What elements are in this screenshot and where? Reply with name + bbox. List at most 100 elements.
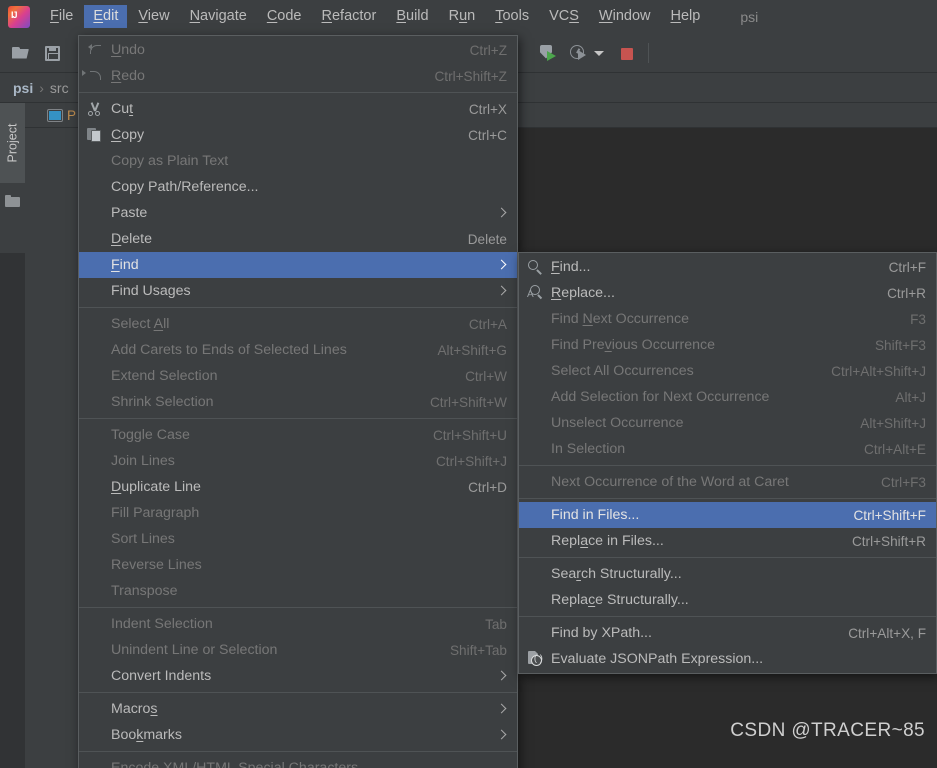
menu-item-label: Macros — [111, 701, 158, 717]
run-icon[interactable] — [536, 40, 562, 66]
menu-item-label: Replace... — [551, 285, 615, 301]
open-folder-icon[interactable] — [8, 40, 34, 66]
menubar-item-label: File — [50, 7, 74, 24]
menu-item-select-all[interactable]: Select All Ctrl+A — [79, 311, 517, 337]
menu-separator — [519, 498, 936, 499]
menu-item-toggle-case[interactable]: Toggle Case Ctrl+Shift+U — [79, 422, 517, 448]
menu-item-shortcut: Delete — [467, 231, 507, 247]
menu-item-reverse-lines[interactable]: Reverse Lines — [79, 552, 517, 578]
menu-item-label: Find... — [551, 259, 591, 275]
menu-item-unindent-line-or-selection[interactable]: Unindent Line or Selection Shift+Tab — [79, 637, 517, 663]
menu-item-shortcut: Shift+Tab — [449, 642, 507, 658]
menubar-item-build[interactable]: Build — [387, 5, 437, 29]
menu-item-add-selection-for-next-occurrence[interactable]: Add Selection for Next Occurrence Alt+J — [519, 384, 936, 410]
menu-item-in-selection[interactable]: In Selection Ctrl+Alt+E — [519, 436, 936, 462]
menu-item-find-next-occurrence[interactable]: Find Next Occurrence F3 — [519, 306, 936, 332]
chevron-down-icon[interactable] — [592, 40, 606, 66]
menubar-item-tools[interactable]: Tools — [486, 5, 538, 29]
menu-item-find[interactable]: Find... Ctrl+F — [519, 254, 936, 280]
menu-separator — [79, 92, 517, 93]
breadcrumb-item-src[interactable]: src — [50, 80, 69, 96]
menu-item-shortcut: Ctrl+Shift+F — [853, 507, 926, 523]
tool-window-button-project[interactable]: Project — [0, 103, 25, 183]
menu-item-sort-lines[interactable]: Sort Lines — [79, 526, 517, 552]
menu-item-indent-selection[interactable]: Indent Selection Tab — [79, 611, 517, 637]
menu-item-label: Duplicate Line — [111, 479, 201, 495]
undo-icon — [87, 42, 103, 58]
menu-item-shortcut: Ctrl+Shift+R — [851, 533, 926, 549]
menu-separator — [79, 418, 517, 419]
menu-item-label: Find — [111, 257, 139, 273]
menu-item-shortcut: Ctrl+Shift+Z — [434, 68, 507, 84]
menu-item-extend-selection[interactable]: Extend Selection Ctrl+W — [79, 363, 517, 389]
menu-item-find-usages[interactable]: Find Usages — [79, 278, 517, 304]
menu-item-label: Find Previous Occurrence — [551, 337, 716, 353]
menu-item-cut[interactable]: Cut Ctrl+X — [79, 96, 517, 122]
menu-item-find-previous-occurrence[interactable]: Find Previous Occurrence Shift+F3 — [519, 332, 936, 358]
menu-item-replace-structurally[interactable]: Replace Structurally... — [519, 587, 936, 613]
menubar-item-label: Run — [448, 7, 476, 24]
menu-item-encode-xml-html-special-characters[interactable]: Encode XML/HTML Special Characters — [79, 755, 517, 768]
menu-item-convert-indents[interactable]: Convert Indents — [79, 663, 517, 689]
debug-icon[interactable] — [566, 40, 592, 66]
menu-item-find-by-xpath[interactable]: Find by XPath... Ctrl+Alt+X, F — [519, 620, 936, 646]
menu-item-evaluate-jsonpath-expression[interactable]: Evaluate JSONPath Expression... — [519, 646, 936, 672]
folder-icon[interactable] — [5, 195, 20, 207]
menu-item-join-lines[interactable]: Join Lines Ctrl+Shift+J — [79, 448, 517, 474]
menu-item-find-in-files[interactable]: Find in Files... Ctrl+Shift+F — [519, 502, 936, 528]
copy-icon — [87, 127, 103, 143]
menu-item-copy[interactable]: Copy Ctrl+C — [79, 122, 517, 148]
menu-item-find[interactable]: Find — [79, 252, 517, 278]
menu-item-shortcut: Ctrl+C — [468, 127, 507, 143]
project-tool-window: P — [25, 103, 78, 768]
menu-item-search-structurally[interactable]: Search Structurally... — [519, 561, 936, 587]
menubar-item-file[interactable]: File — [41, 5, 82, 29]
menu-item-shortcut: Alt+Shift+J — [860, 415, 926, 431]
menu-item-label: Bookmarks — [111, 727, 182, 743]
menu-item-next-occurrence-of-the-word-at-caret[interactable]: Next Occurrence of the Word at Caret Ctrl… — [519, 469, 936, 495]
menubar-item-label: View — [138, 7, 170, 24]
menubar-item-help[interactable]: Help — [661, 5, 709, 29]
list-item[interactable]: P — [25, 103, 78, 128]
menu-item-replace-in-files[interactable]: Replace in Files... Ctrl+Shift+R — [519, 528, 936, 554]
menubar-item-edit[interactable]: Edit — [84, 4, 128, 29]
breadcrumb-item-project[interactable]: psi — [13, 80, 33, 96]
menu-item-unselect-occurrence[interactable]: Unselect Occurrence Alt+Shift+J — [519, 410, 936, 436]
menubar-item-run[interactable]: Run — [440, 5, 485, 29]
menu-item-shortcut: Ctrl+F3 — [881, 474, 926, 490]
menu-item-shortcut: Ctrl+Shift+W — [429, 394, 507, 410]
menu-item-shortcut: Ctrl+Alt+X, F — [848, 625, 926, 641]
menu-item-macros[interactable]: Macros — [79, 696, 517, 722]
menu-item-label: Find Next Occurrence — [551, 311, 689, 327]
menu-item-copy-as-plain-text[interactable]: Copy as Plain Text — [79, 148, 517, 174]
save-icon[interactable] — [40, 40, 66, 66]
menubar-item-window[interactable]: Window — [590, 5, 660, 29]
menubar-item-navigate[interactable]: Navigate — [181, 5, 256, 29]
menu-item-shortcut: Alt+J — [895, 389, 926, 405]
menubar-item-vcs[interactable]: VCS — [540, 5, 588, 29]
menu-item-shortcut: Ctrl+X — [468, 101, 507, 117]
menu-item-undo[interactable]: Undo Ctrl+Z — [79, 37, 517, 63]
menu-item-label: Redo — [111, 68, 145, 84]
menu-item-shrink-selection[interactable]: Shrink Selection Ctrl+Shift+W — [79, 389, 517, 415]
menu-item-replace[interactable]: A Replace... Ctrl+R — [519, 280, 936, 306]
stop-icon[interactable] — [614, 40, 640, 66]
menu-separator — [519, 557, 936, 558]
menubar-item-refactor[interactable]: Refactor — [313, 5, 386, 29]
menu-item-add-carets-to-ends-of-selected-lines[interactable]: Add Carets to Ends of Selected Lines Alt+… — [79, 337, 517, 363]
menu-item-delete[interactable]: Delete Delete — [79, 226, 517, 252]
menu-item-copy-path-reference[interactable]: Copy Path/Reference... — [79, 174, 517, 200]
menu-item-bookmarks[interactable]: Bookmarks — [79, 722, 517, 748]
chevron-right-icon — [497, 671, 507, 681]
menubar-item-view[interactable]: View — [129, 5, 178, 29]
menubar-item-code[interactable]: Code — [258, 5, 311, 29]
menu-item-paste[interactable]: Paste — [79, 200, 517, 226]
cut-icon — [87, 101, 103, 117]
menu-item-select-all-occurrences[interactable]: Select All Occurrences Ctrl+Alt+Shift+J — [519, 358, 936, 384]
menu-item-redo[interactable]: Redo Ctrl+Shift+Z — [79, 63, 517, 89]
menu-item-fill-paragraph[interactable]: Fill Paragraph — [79, 500, 517, 526]
menu-item-transpose[interactable]: Transpose — [79, 578, 517, 604]
menu-item-label: Copy — [111, 127, 145, 143]
menu-item-duplicate-line[interactable]: Duplicate Line Ctrl+D — [79, 474, 517, 500]
menubar-item-label: Help — [670, 7, 701, 24]
